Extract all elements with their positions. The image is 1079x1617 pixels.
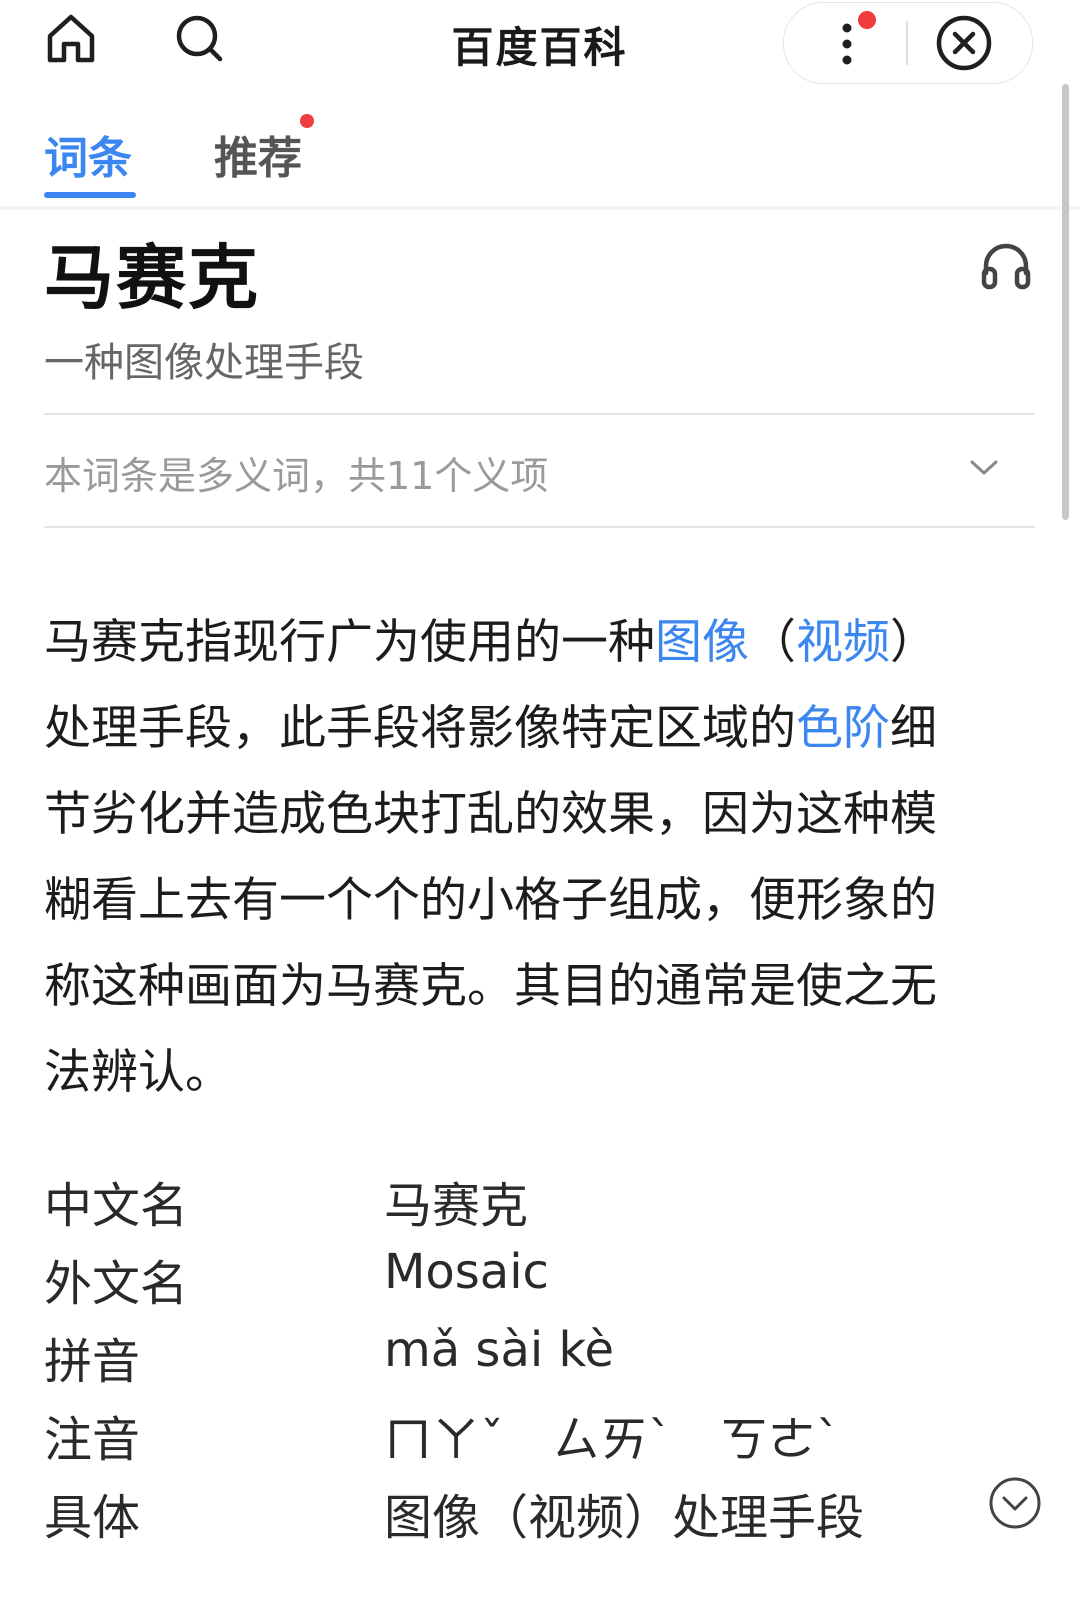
polysemy-expand[interactable] [964, 448, 1004, 488]
expand-circle-icon [989, 1477, 1041, 1529]
notification-dot [858, 11, 876, 29]
entry-title: 马赛克 [44, 237, 260, 319]
info-label: 注音 [44, 1412, 141, 1468]
tab-recommend[interactable]: 推荐 [214, 122, 302, 186]
info-value: Mosaic [384, 1244, 549, 1300]
info-row-specific: 具体 图像（视频）处理手段 [44, 1477, 1044, 1558]
info-label: 具体 [44, 1490, 141, 1546]
info-value: ㄇㄚˇ ㄙㄞˋ ㄎㄜˋ [384, 1412, 841, 1468]
summary-line: 法辨认。 [44, 1045, 232, 1100]
summary-line: 马赛克指现行广为使用的一种图像（视频） [44, 600, 1044, 686]
listen-button[interactable] [976, 236, 1036, 296]
capsule-divider [906, 21, 908, 65]
summary-text: 马赛克指现行广为使用的一种 [44, 615, 655, 670]
info-row-foreign-name: 外文名 Mosaic [44, 1244, 1044, 1324]
divider [44, 526, 1035, 528]
close-circle-icon [936, 15, 992, 71]
info-value: mǎ sài kè [384, 1322, 615, 1378]
summary-paragraph: 马赛克指现行广为使用的一种图像（视频） 处理手段，此手段将影像特定区域的色阶细 … [44, 600, 1044, 1116]
summary-line: 糊看上去有一个个的小格子组成，便形象的 [44, 873, 937, 928]
summary-text: 细 [890, 701, 937, 756]
summary-line: 节劣化并造成色块打乱的效果，因为这种模 [44, 787, 937, 842]
close-button[interactable] [932, 11, 996, 75]
more-vertical-icon [842, 23, 852, 65]
entry-subtitle: 一种图像处理手段 [44, 340, 364, 386]
summary-text: ） [890, 615, 937, 670]
info-row-zhuyin: 注音 ㄇㄚˇ ㄙㄞˋ ㄎㄜˋ [44, 1400, 1044, 1480]
info-label: 外文名 [44, 1256, 189, 1312]
summary-line: 处理手段，此手段将影像特定区域的色阶细 [44, 686, 1044, 772]
info-value: 图像（视频）处理手段 [384, 1490, 865, 1546]
mini-program-capsule [783, 2, 1033, 84]
summary-line: 称这种画面为马赛克。其目的通常是使之无 [44, 959, 937, 1014]
active-tab-indicator [44, 192, 136, 198]
tab-bar: 词条 推荐 [0, 100, 1079, 210]
info-label: 中文名 [44, 1178, 189, 1234]
link-color-level[interactable]: 色阶 [796, 701, 890, 756]
summary-text: （ [749, 615, 796, 670]
link-video[interactable]: 视频 [796, 615, 890, 670]
polysemy-selector[interactable]: 本词条是多义词，共11个义项 [44, 445, 548, 500]
recommend-badge-dot [300, 114, 314, 128]
info-row-chinese-name: 中文名 马赛克 [44, 1166, 1044, 1246]
link-image[interactable]: 图像 [655, 615, 749, 670]
expand-info-button[interactable] [984, 1472, 1046, 1534]
info-value: 马赛克 [384, 1178, 529, 1234]
summary-text: 处理手段，此手段将影像特定区域的 [44, 701, 796, 756]
divider [44, 413, 1035, 415]
scrollbar[interactable] [1062, 84, 1069, 520]
headphones-icon [981, 243, 1031, 290]
more-button[interactable] [802, 9, 892, 79]
tab-entry[interactable]: 词条 [44, 122, 132, 186]
top-bar: 百度百科 [0, 0, 1079, 84]
info-label: 拼音 [44, 1334, 141, 1390]
chevron-down-icon [970, 460, 998, 475]
info-row-pinyin: 拼音 mǎ sài kè [44, 1322, 1044, 1402]
